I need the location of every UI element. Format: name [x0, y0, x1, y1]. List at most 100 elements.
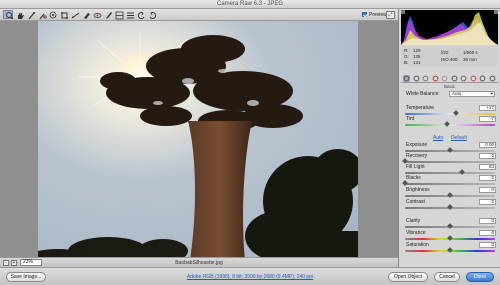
fill-light-slider-thumb[interactable]	[458, 169, 465, 175]
rotate-right-icon	[149, 11, 156, 19]
b-value: 121	[413, 60, 421, 65]
adjustment-brush-tool-button[interactable]	[102, 10, 112, 19]
vibrance-label: Vibrance	[406, 230, 426, 236]
exposure-label: Exposure	[406, 142, 428, 148]
default-link[interactable]: Default	[451, 135, 467, 141]
recovery-value-field[interactable]: 0	[479, 153, 496, 159]
target-icon	[49, 11, 57, 19]
brightness-value-field[interactable]: 0	[479, 187, 496, 193]
recovery-slider[interactable]	[402, 158, 495, 164]
g-value: 125	[413, 54, 421, 59]
rotate-right-button[interactable]	[146, 10, 156, 19]
preferences-button[interactable]	[124, 10, 134, 19]
brightness-slider[interactable]	[405, 192, 495, 198]
exposure-slider[interactable]	[405, 147, 495, 153]
detail-tab-icon[interactable]	[422, 75, 429, 82]
toolbar: Preview ⤢	[0, 9, 398, 21]
zoom-icon	[6, 12, 14, 20]
zoom-bar: - + 23% BaobabSilhouette.jpg	[0, 257, 398, 267]
crop-tool-button[interactable]	[58, 10, 68, 19]
tint-value-field[interactable]: -7	[479, 116, 496, 122]
white-balance-value: Auto	[452, 91, 462, 96]
split-toning-tab-icon[interactable]	[441, 75, 448, 82]
vibrance-slider[interactable]	[405, 235, 495, 241]
recovery-slider-thumb[interactable]	[402, 158, 408, 164]
saturation-slider[interactable]	[405, 247, 495, 253]
contrast-slider[interactable]	[405, 204, 495, 210]
white-balance-tool-button[interactable]	[25, 10, 35, 20]
preview-label: Preview	[369, 12, 387, 18]
color-sampler-tool-button[interactable]	[36, 10, 47, 20]
contrast-value-field[interactable]: 0	[479, 199, 496, 205]
baobab-photo	[38, 21, 358, 260]
hand-icon	[18, 13, 24, 19]
snapshots-tab-icon[interactable]	[489, 75, 496, 82]
graduated-filter-tool-button[interactable]	[113, 10, 124, 20]
open-object-button[interactable]: Open Object	[388, 272, 428, 282]
effects-tab-icon[interactable]	[460, 75, 467, 82]
basic-tab-icon[interactable]	[403, 75, 410, 82]
gradient-icon	[115, 11, 124, 20]
saturation-value-field[interactable]: 0	[479, 242, 496, 248]
blacks-slider-thumb[interactable]	[402, 180, 408, 186]
cancel-button[interactable]: Cancel	[434, 272, 460, 282]
fill-light-value-field[interactable]: 63	[479, 164, 496, 170]
vibrance-value-field[interactable]: 0	[479, 230, 496, 236]
tone-curve-tab-icon[interactable]	[413, 75, 420, 82]
recovery-label: Recovery	[406, 153, 428, 159]
fullscreen-icon: ⤢	[388, 12, 393, 18]
list-icon	[127, 12, 134, 19]
temperature-slider[interactable]	[405, 110, 495, 116]
hand-tool-button[interactable]	[14, 10, 24, 19]
blacks-value-field[interactable]: 0	[479, 175, 496, 181]
saturation-slider-thumb[interactable]	[447, 247, 453, 253]
exposure-value-field[interactable]: 0.00	[479, 142, 496, 148]
white-balance-select[interactable]: Auto ▾	[449, 91, 495, 97]
zoom-tool-button[interactable]	[3, 10, 14, 20]
done-button[interactable]: Done	[466, 272, 494, 282]
crop-icon	[61, 12, 68, 19]
targeted-adjustment-tool-button[interactable]	[47, 10, 57, 19]
contrast-slider-thumb[interactable]	[447, 204, 453, 210]
temperature-slider-thumb[interactable]	[453, 110, 460, 116]
straighten-tool-button[interactable]	[69, 10, 80, 19]
rotate-left-icon	[138, 11, 145, 19]
bottom-bar: Save Image... Adobe RGB (1998); 8 bit; 3…	[0, 267, 500, 285]
exposure-slider-thumb[interactable]	[447, 147, 453, 153]
histogram	[401, 10, 498, 45]
window-title: Camera Raw 6.3 - JPEG	[216, 1, 284, 7]
presets-tab-icon[interactable]	[479, 75, 486, 82]
photo-preview[interactable]	[38, 21, 358, 260]
spot-removal-tool-button[interactable]	[80, 10, 90, 19]
clarity-slider[interactable]	[405, 223, 495, 229]
tint-label: Tint	[406, 116, 415, 122]
fullscreen-button[interactable]: ⤢	[386, 11, 395, 19]
b-label: B:	[404, 60, 409, 65]
clarity-value-field[interactable]: 0	[479, 218, 496, 224]
preview-checkbox[interactable]	[362, 12, 367, 17]
adjustments-panel: R: 129 G: 125 B: 121 f/22 1/500 s ISO 40…	[398, 9, 500, 267]
iso: ISO 400	[441, 57, 458, 62]
temperature-value-field[interactable]: +17	[479, 105, 496, 111]
rotate-left-button[interactable]	[135, 10, 145, 19]
saturation-label: Saturation	[406, 242, 429, 248]
fill-light-slider[interactable]	[405, 169, 495, 175]
vibrance-slider-thumb[interactable]	[447, 235, 453, 241]
blacks-label: Blacks	[406, 175, 421, 181]
lens-tab-icon[interactable]	[451, 75, 458, 82]
auto-link[interactable]: Auto	[433, 135, 443, 141]
brightness-slider-thumb[interactable]	[447, 192, 453, 198]
spot-removal-icon	[84, 13, 90, 19]
aperture: f/22	[441, 50, 449, 55]
hsl-tab-icon[interactable]	[432, 75, 439, 82]
red-eye-tool-button[interactable]	[91, 10, 102, 19]
camera-calibration-tab-icon[interactable]	[470, 75, 477, 82]
shutter-speed: 1/500 s	[463, 50, 478, 55]
tint-slider[interactable]	[405, 121, 495, 127]
blacks-slider[interactable]	[402, 180, 495, 186]
clarity-slider-thumb[interactable]	[447, 223, 453, 229]
chevron-down-icon: ▾	[490, 91, 493, 96]
image-preview-area[interactable]	[0, 21, 398, 260]
tint-slider-thumb[interactable]	[444, 121, 451, 127]
r-label: R:	[404, 48, 409, 53]
